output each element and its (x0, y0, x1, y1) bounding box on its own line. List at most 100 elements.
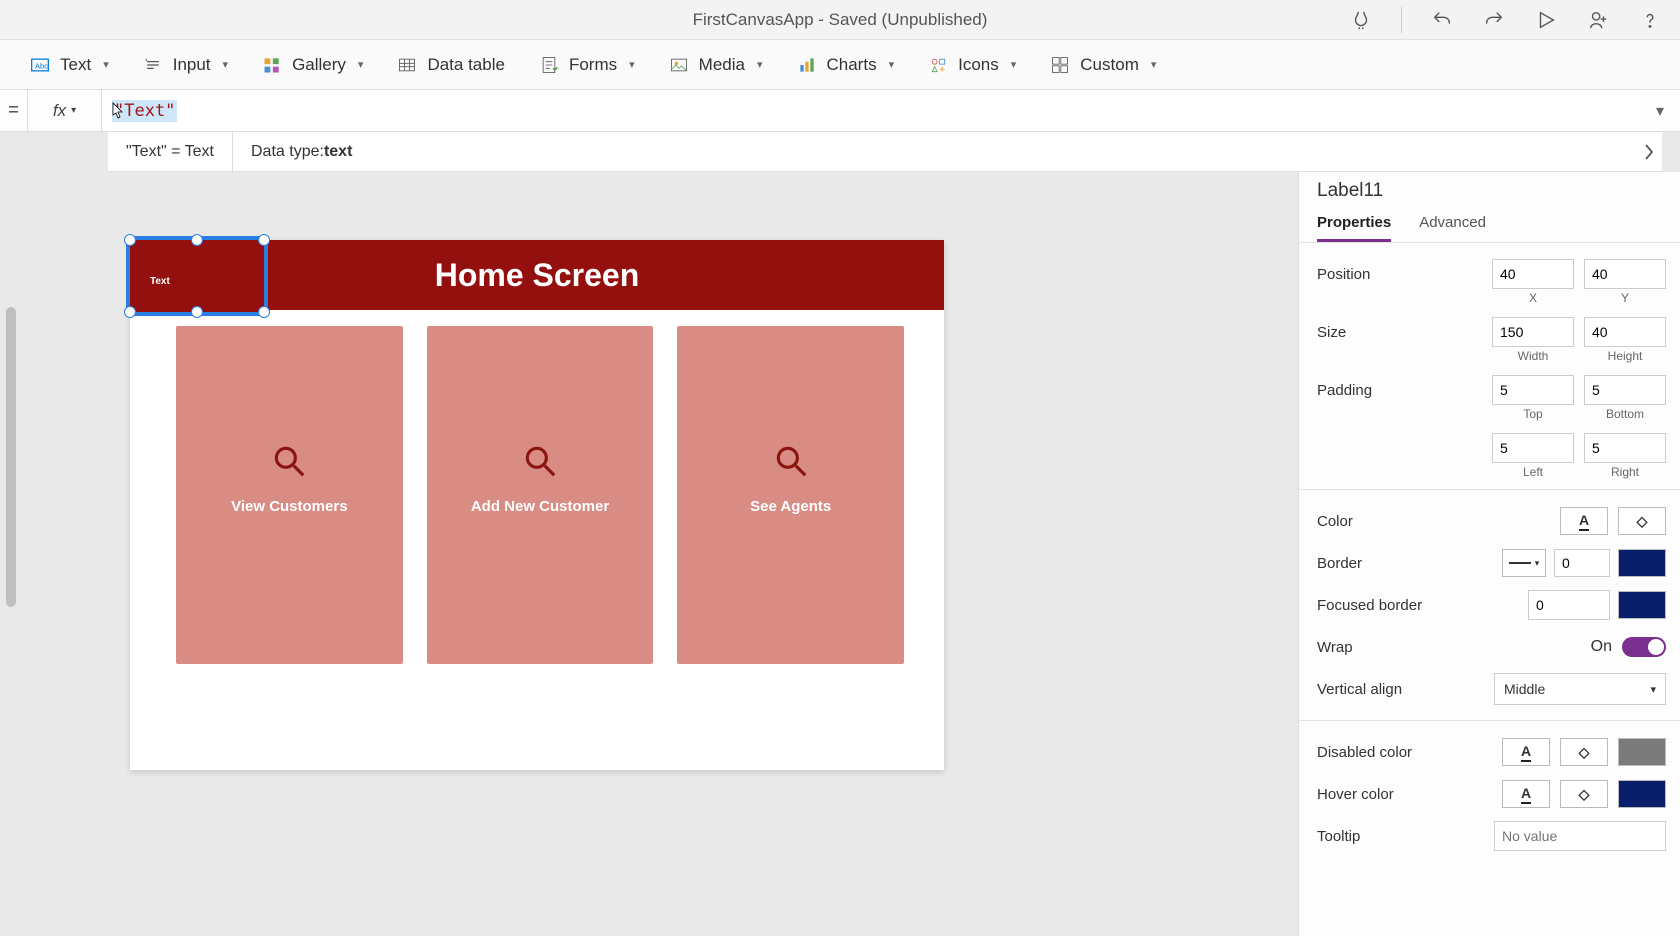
tab-advanced[interactable]: Advanced (1419, 208, 1486, 242)
redo-icon[interactable] (1482, 8, 1506, 32)
text-icon: Abc (30, 55, 50, 75)
padding-top-input[interactable] (1492, 375, 1574, 405)
props-tabs: Properties Advanced (1299, 208, 1680, 243)
tab-properties[interactable]: Properties (1317, 208, 1391, 242)
position-y-input[interactable] (1584, 259, 1666, 289)
next-hint-icon[interactable] (1642, 132, 1656, 171)
undo-icon[interactable] (1430, 8, 1454, 32)
tooltip-input[interactable] (1494, 821, 1666, 851)
search-icon (270, 442, 308, 480)
title-bar: FirstCanvasApp - Saved (Unpublished) (0, 0, 1680, 40)
separator (1299, 489, 1680, 490)
height-input[interactable] (1584, 317, 1666, 347)
ribbon-input[interactable]: Input▾ (143, 55, 228, 75)
hover-fill-color-picker[interactable]: ◇ (1560, 780, 1608, 808)
ribbon-data-table[interactable]: Data table (397, 55, 505, 75)
formula-datatype: Data type: text (233, 132, 370, 171)
padding-left-input[interactable] (1492, 433, 1574, 463)
left-scrollbar[interactable] (6, 307, 16, 607)
color-label: Color (1317, 513, 1560, 530)
card-see-agents[interactable]: See Agents (677, 326, 904, 664)
width-sublabel: Width (1492, 349, 1574, 363)
canvas-zone: Home Screen Text View Customers (0, 172, 1298, 936)
resize-handle[interactable] (191, 234, 203, 246)
resize-handle[interactable] (191, 306, 203, 318)
ribbon-custom[interactable]: Custom▾ (1050, 55, 1156, 75)
border-label: Border (1317, 555, 1502, 572)
wrap-toggle[interactable] (1622, 637, 1666, 657)
props-body: Position XY Size WidthHeight Padding (1299, 243, 1680, 936)
ribbon-charts[interactable]: Charts▾ (797, 55, 895, 75)
forms-icon (539, 55, 559, 75)
chevron-down-icon: ▾ (223, 58, 229, 71)
resize-handle[interactable] (124, 306, 136, 318)
selected-label-control[interactable]: Text (130, 240, 264, 312)
position-label: Position (1317, 266, 1492, 283)
chevron-down-icon: ▾ (889, 58, 895, 71)
focused-border-width-input[interactable] (1528, 590, 1610, 620)
y-sublabel: Y (1584, 291, 1666, 305)
charts-icon (797, 55, 817, 75)
chevron-down-icon: ▾ (629, 58, 635, 71)
card-label: View Customers (231, 498, 347, 515)
disabled-color-label: Disabled color (1317, 744, 1502, 761)
chevron-down-icon: ▾ (1011, 58, 1017, 71)
help-icon[interactable] (1638, 8, 1662, 32)
card-add-customer[interactable]: Add New Customer (427, 326, 654, 664)
resize-handle[interactable] (258, 306, 270, 318)
search-icon (521, 442, 559, 480)
properties-panel: Label11 Properties Advanced Position XY … (1298, 172, 1680, 936)
padding-right-input[interactable] (1584, 433, 1666, 463)
separator (1299, 720, 1680, 721)
top-sublabel: Top (1492, 407, 1574, 421)
chevron-down-icon: ▾ (71, 105, 76, 116)
selected-label-text: Text (150, 276, 170, 287)
titlebar-actions (1349, 7, 1662, 33)
ribbon-icons[interactable]: Icons▾ (928, 55, 1016, 75)
border-width-input[interactable] (1554, 549, 1610, 577)
fx-dropdown[interactable]: fx▾ (28, 90, 102, 131)
media-icon (669, 55, 689, 75)
input-icon (143, 55, 163, 75)
padding-bottom-input[interactable] (1584, 375, 1666, 405)
formula-input[interactable]: "Text" (102, 90, 1640, 131)
fill-color-picker[interactable]: ◇ (1618, 507, 1666, 535)
focused-border-color-picker[interactable] (1618, 591, 1666, 619)
resize-handle[interactable] (258, 234, 270, 246)
selected-control-name: Label11 (1299, 172, 1680, 208)
font-color-picker[interactable]: A (1560, 507, 1608, 535)
ribbon-gallery[interactable]: Gallery▾ (262, 55, 363, 75)
ribbon-text[interactable]: Abc Text▾ (30, 55, 109, 75)
ribbon-media[interactable]: Media▾ (669, 55, 763, 75)
vertical-align-select[interactable]: Middle▾ (1494, 673, 1666, 705)
app-checker-icon[interactable] (1349, 8, 1373, 32)
disabled-border-color-picker[interactable] (1618, 738, 1666, 766)
expand-formula-icon[interactable]: ▾ (1640, 90, 1680, 131)
border-style-picker[interactable]: ▾ (1502, 549, 1546, 577)
share-icon[interactable] (1586, 8, 1610, 32)
x-sublabel: X (1492, 291, 1574, 305)
width-input[interactable] (1492, 317, 1574, 347)
resize-handle[interactable] (124, 234, 136, 246)
card-view-customers[interactable]: View Customers (176, 326, 403, 664)
card-label: Add New Customer (471, 498, 609, 515)
disabled-font-color-picker[interactable]: A (1502, 738, 1550, 766)
separator (1401, 7, 1402, 33)
border-color-picker[interactable] (1618, 549, 1666, 577)
app-canvas[interactable]: Home Screen Text View Customers (130, 240, 944, 770)
formula-eval: "Text" = Text (108, 132, 233, 171)
wrap-state: On (1591, 638, 1612, 656)
chevron-down-icon: ▾ (103, 58, 109, 71)
focused-border-label: Focused border (1317, 597, 1528, 614)
tooltip-label: Tooltip (1317, 828, 1494, 845)
hover-font-color-picker[interactable]: A (1502, 780, 1550, 808)
app-header: Home Screen Text (130, 240, 944, 310)
hover-border-color-picker[interactable] (1618, 780, 1666, 808)
play-icon[interactable] (1534, 8, 1558, 32)
disabled-fill-color-picker[interactable]: ◇ (1560, 738, 1608, 766)
insert-ribbon: Abc Text▾ Input▾ Gallery▾ Data table For… (0, 40, 1680, 90)
ribbon-forms[interactable]: Forms▾ (539, 55, 635, 75)
hover-color-label: Hover color (1317, 786, 1502, 803)
chevron-down-icon: ▾ (1151, 58, 1157, 71)
position-x-input[interactable] (1492, 259, 1574, 289)
